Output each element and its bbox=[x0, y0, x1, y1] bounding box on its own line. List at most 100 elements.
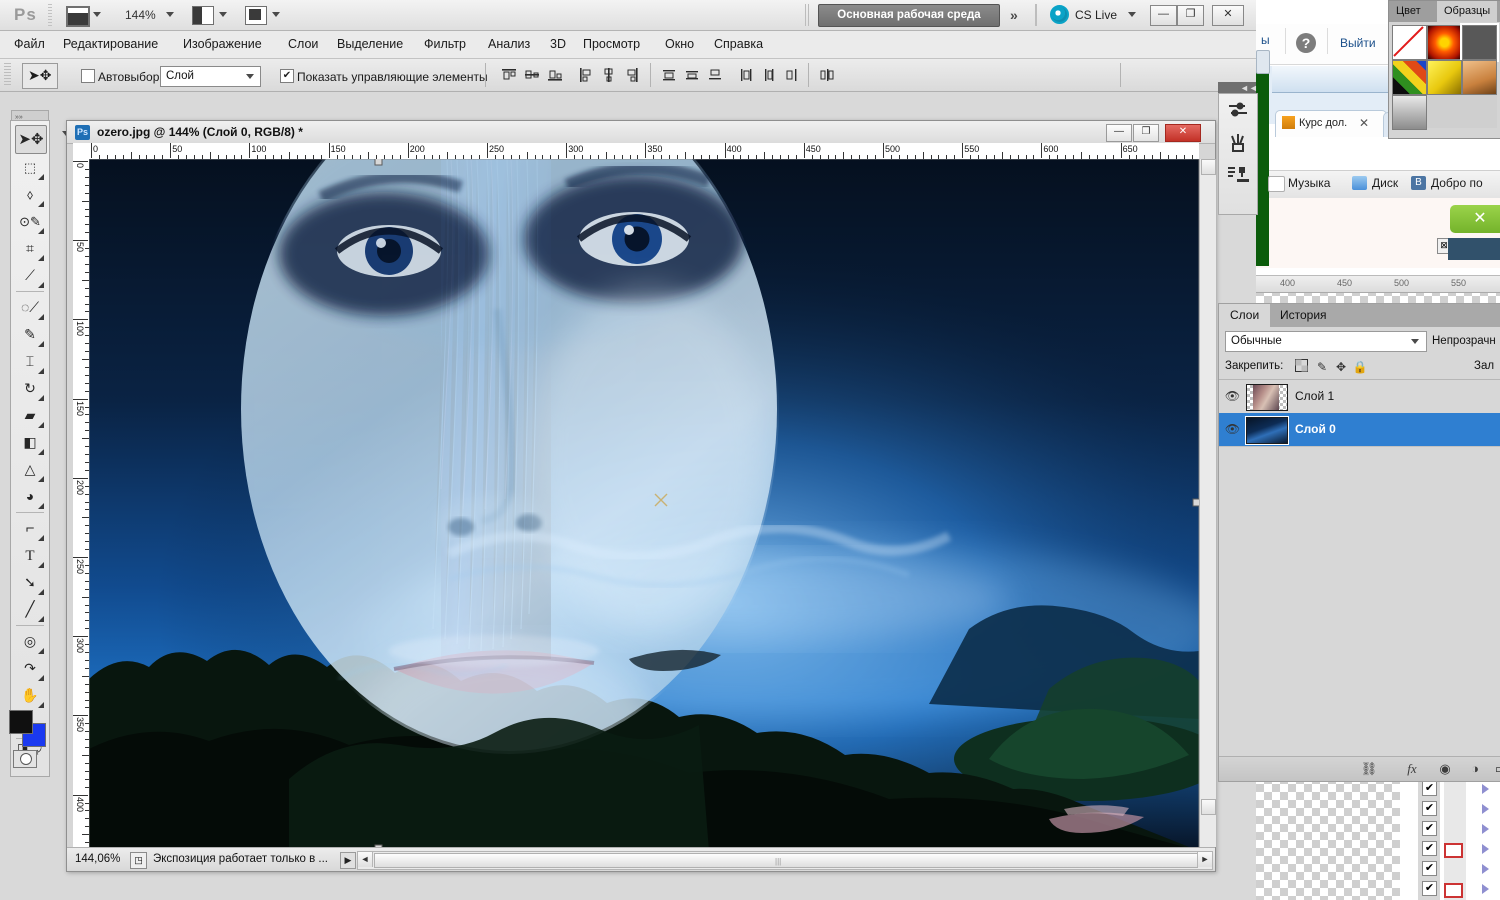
gray-swatch[interactable] bbox=[1462, 25, 1497, 60]
menu-3d[interactable]: 3D bbox=[550, 37, 566, 51]
app-close-button[interactable]: ✕ bbox=[1212, 5, 1244, 26]
menu-image[interactable]: Изображение bbox=[183, 37, 262, 51]
layer-mask-icon[interactable]: ◉ bbox=[1435, 761, 1455, 777]
zoom-level-display[interactable]: 144% bbox=[125, 8, 156, 22]
expand-arrow-3[interactable] bbox=[1482, 824, 1489, 834]
align-horizontal-centers-icon[interactable] bbox=[600, 66, 618, 84]
chevron-down-icon-screenmode[interactable] bbox=[272, 12, 280, 17]
distribute-horizontal-centers-icon[interactable] bbox=[760, 66, 778, 84]
adjustments-panel-icon[interactable] bbox=[1226, 100, 1250, 124]
distribute-vertical-centers-icon[interactable] bbox=[683, 66, 701, 84]
tab-swatches[interactable]: Образцы bbox=[1437, 1, 1498, 22]
tab-layers[interactable]: Слои bbox=[1219, 304, 1271, 327]
flag-icon-row-6[interactable] bbox=[1444, 883, 1463, 898]
options-bar-grip[interactable] bbox=[4, 63, 11, 87]
checkbox-row-4[interactable]: ✔ bbox=[1422, 841, 1437, 856]
autoselect-target-select[interactable]: Слой bbox=[160, 66, 261, 87]
vertical-ruler[interactable]: 0 50 100 150 200 250 300 350 400 bbox=[73, 159, 90, 867]
hand-tool[interactable]: ✋ bbox=[15, 682, 45, 709]
new-group-icon[interactable]: ▭ bbox=[1491, 761, 1500, 777]
rainbow-swatch[interactable] bbox=[1392, 60, 1427, 95]
auto-align-layers-icon[interactable] bbox=[818, 66, 836, 84]
menu-window[interactable]: Окно bbox=[665, 37, 694, 51]
menu-filter[interactable]: Фильтр bbox=[424, 37, 466, 51]
foreground-color-swatch[interactable] bbox=[9, 710, 33, 734]
scroll-down-arrow[interactable] bbox=[1201, 799, 1216, 815]
distribute-top-edges-icon[interactable] bbox=[660, 66, 678, 84]
toolbox-grip[interactable]: »» bbox=[11, 110, 49, 121]
yellow-swatch[interactable] bbox=[1427, 60, 1462, 95]
canvas-vertical-scrollbar[interactable] bbox=[1199, 159, 1216, 847]
distribute-right-edges-icon[interactable] bbox=[783, 66, 801, 84]
tab-history[interactable]: История bbox=[1269, 304, 1338, 327]
spot-healing-brush-tool[interactable]: ◌⟋ bbox=[15, 294, 45, 321]
quick-mask-mode-button[interactable] bbox=[13, 750, 37, 768]
workspace-more-chevron[interactable]: » bbox=[1010, 7, 1018, 23]
rectangular-marquee-tool[interactable]: ⬚ bbox=[15, 154, 45, 181]
menu-view[interactable]: Просмотр bbox=[583, 37, 640, 51]
bookmark-label-welcome[interactable]: Добро по bbox=[1431, 176, 1483, 190]
silver-gradient-swatch[interactable] bbox=[1392, 95, 1427, 130]
menu-edit[interactable]: Редактирование bbox=[63, 37, 158, 51]
adjustment-layer-icon[interactable]: ◑ bbox=[1465, 761, 1485, 777]
layer-thumbnail[interactable] bbox=[1246, 417, 1288, 444]
layer-visibility-icon[interactable]: 👁 bbox=[1224, 421, 1241, 438]
clone-source-panel-icon[interactable] bbox=[1226, 164, 1250, 188]
image-canvas[interactable] bbox=[89, 159, 1199, 851]
expand-arrow-1[interactable] bbox=[1482, 784, 1489, 794]
brush-panel-icon[interactable] bbox=[1226, 132, 1250, 156]
app-restore-button[interactable]: ❐ bbox=[1177, 5, 1204, 26]
brush-tool[interactable]: ✎ bbox=[15, 321, 45, 348]
3d-orbit-tool[interactable]: ↷ bbox=[15, 655, 45, 682]
eraser-tool[interactable]: ▰ bbox=[15, 402, 45, 429]
gradient-tool[interactable]: ◧ bbox=[15, 429, 45, 456]
background-app-window[interactable] bbox=[1400, 778, 1500, 900]
autoselect-checkbox[interactable] bbox=[81, 69, 95, 83]
align-bottom-edges-icon[interactable] bbox=[546, 66, 564, 84]
document-restore-button[interactable]: ❐ bbox=[1133, 124, 1159, 142]
none-swatch[interactable] bbox=[1392, 25, 1427, 60]
blur-tool[interactable]: △ bbox=[15, 456, 45, 483]
lock-image-pixels-icon[interactable]: ✎ bbox=[1314, 359, 1330, 375]
arrange-documents-icon[interactable] bbox=[192, 6, 214, 25]
expand-arrow-5[interactable] bbox=[1482, 864, 1489, 874]
screen-mode-icon[interactable] bbox=[245, 6, 267, 25]
browser-close-green-button[interactable]: ✕ bbox=[1450, 205, 1500, 233]
scroll-up-arrow[interactable] bbox=[1201, 159, 1216, 175]
checkbox-row-6[interactable]: ✔ bbox=[1422, 881, 1437, 896]
horizontal-ruler[interactable]: 0 50 100 150 200 250 300 350 400 450 500 550 600 650 bbox=[89, 143, 1199, 160]
status-zoom-value[interactable]: 144,06% bbox=[75, 853, 120, 865]
canvas-horizontal-scrollbar[interactable]: ◄ ||| ► bbox=[357, 851, 1213, 870]
scroll-left-arrow[interactable]: ◄ bbox=[358, 852, 373, 867]
blend-mode-select[interactable]: Обычные bbox=[1225, 331, 1427, 352]
expand-arrow-2[interactable] bbox=[1482, 804, 1489, 814]
workspace-switcher-button[interactable]: Основная рабочая среда bbox=[818, 4, 1000, 27]
lock-position-icon[interactable]: ✥ bbox=[1333, 359, 1349, 375]
layer-thumbnail[interactable] bbox=[1246, 384, 1288, 411]
orange-gradient-swatch[interactable] bbox=[1462, 60, 1497, 95]
align-left-edges-icon[interactable] bbox=[577, 66, 595, 84]
show-controls-checkbox[interactable]: ✔ bbox=[280, 69, 294, 83]
quick-selection-tool[interactable]: ⊙✎ bbox=[15, 208, 45, 235]
path-selection-tool[interactable]: ➘ bbox=[15, 569, 45, 596]
chevron-down-icon-arrange[interactable] bbox=[219, 12, 227, 17]
current-tool-preset-button[interactable]: ➤✥ bbox=[22, 63, 58, 89]
3d-rotate-tool[interactable]: ◎ bbox=[15, 628, 45, 655]
tab-color[interactable]: Цвет bbox=[1389, 1, 1428, 22]
chevron-down-icon-zoom[interactable] bbox=[166, 12, 174, 17]
menu-layer[interactable]: Слои bbox=[288, 37, 318, 51]
chevron-down-icon-cslive[interactable] bbox=[1128, 12, 1136, 17]
layer-style-icon[interactable]: fx bbox=[1402, 761, 1422, 777]
checkbox-row-3[interactable]: ✔ bbox=[1422, 821, 1437, 836]
distribute-bottom-edges-icon[interactable] bbox=[706, 66, 724, 84]
cs-live-icon[interactable] bbox=[1050, 5, 1069, 24]
checkbox-row-1[interactable]: ✔ bbox=[1422, 781, 1437, 796]
dodge-tool[interactable]: ◕ bbox=[15, 483, 45, 510]
align-top-edges-icon[interactable] bbox=[500, 66, 518, 84]
lock-all-icon[interactable]: 🔒 bbox=[1352, 359, 1368, 375]
horizontal-scroll-thumb[interactable]: ||| bbox=[374, 853, 1198, 868]
document-close-button[interactable]: ✕ bbox=[1165, 124, 1201, 142]
layer-visibility-icon[interactable]: 👁 bbox=[1224, 388, 1241, 405]
checkbox-row-2[interactable]: ✔ bbox=[1422, 801, 1437, 816]
document-minimize-button[interactable]: — bbox=[1106, 124, 1132, 142]
